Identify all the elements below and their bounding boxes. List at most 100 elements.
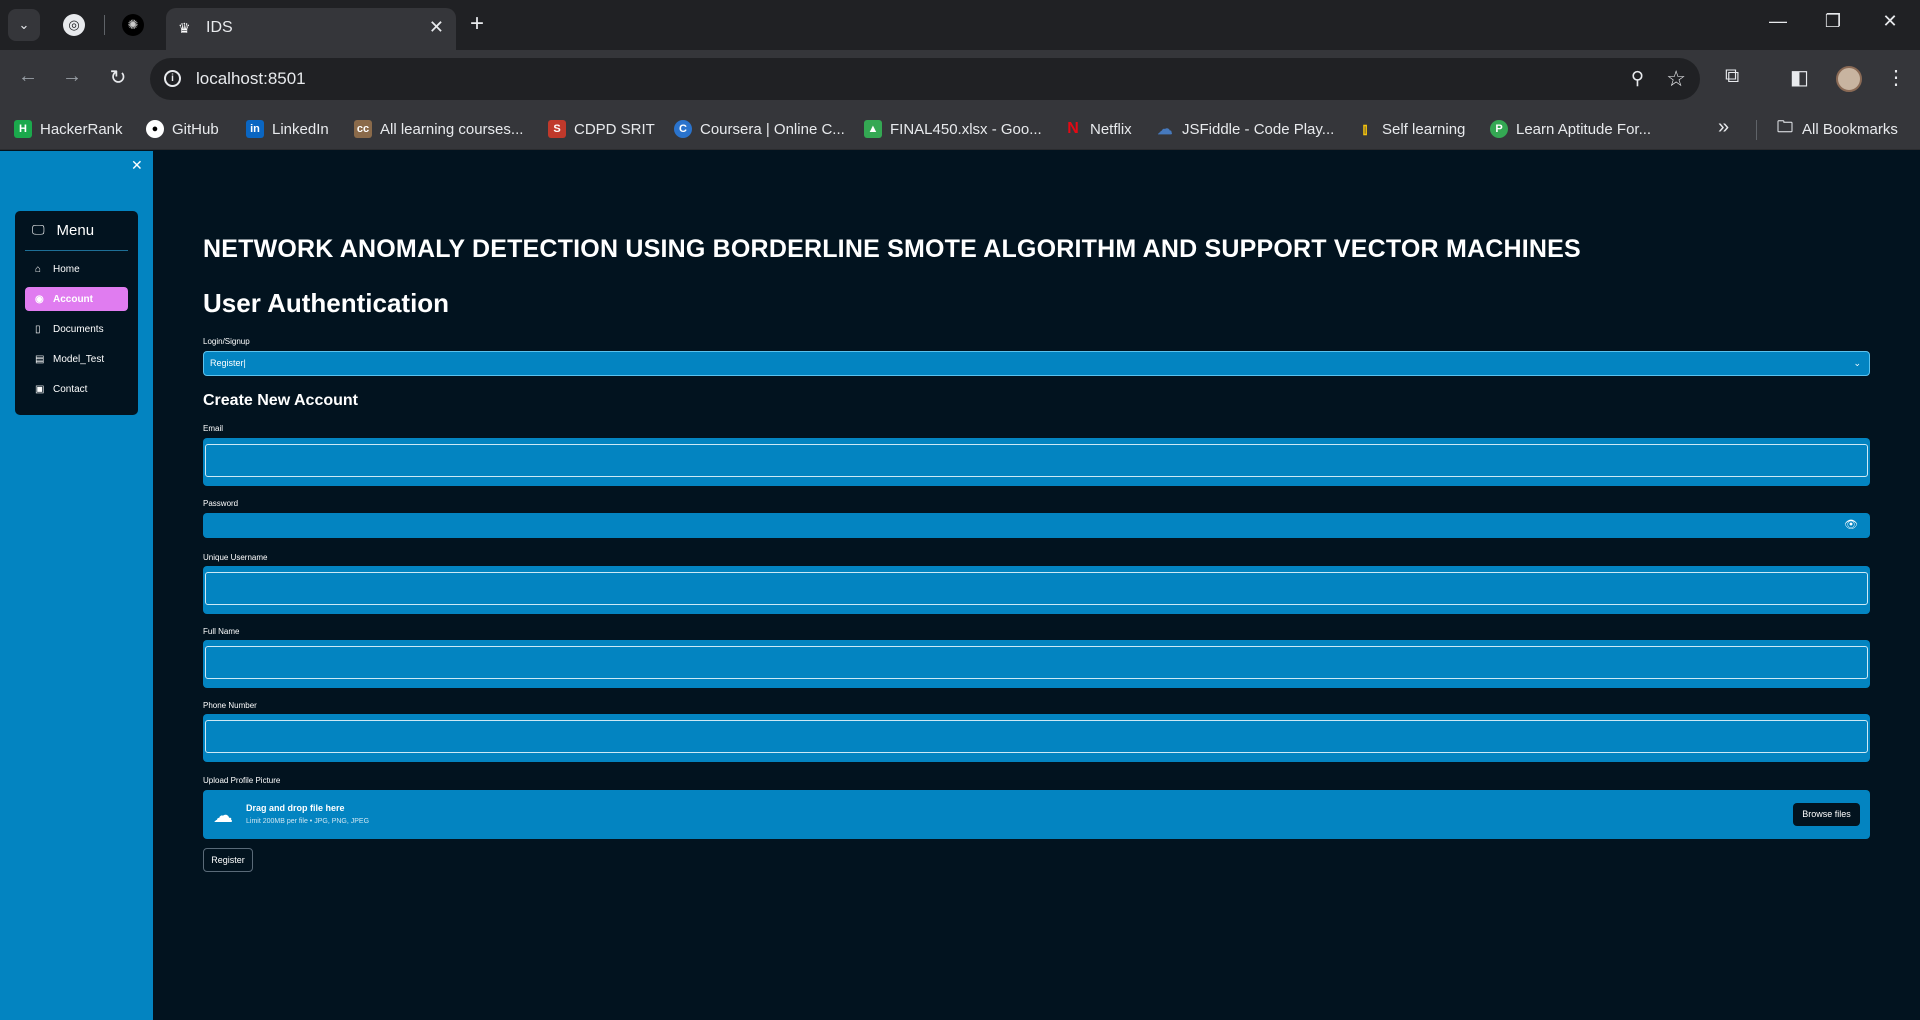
fullname-input[interactable] bbox=[205, 646, 1868, 679]
extensions-icon[interactable]: ⧉ bbox=[1725, 65, 1739, 88]
sidebar-item-contact[interactable]: ▣ Contact bbox=[25, 377, 128, 401]
main-content: NETWORK ANOMALY DETECTION USING BORDERLI… bbox=[153, 151, 1920, 1020]
password-label: Password bbox=[203, 499, 239, 508]
fullname-field[interactable] bbox=[203, 640, 1870, 688]
bookmark-item[interactable]: ▲ FINAL450.xlsx - Goo... bbox=[864, 118, 1042, 140]
restore-icon[interactable]: ❐ bbox=[1818, 11, 1848, 32]
pinned-tab-icon[interactable]: ✺ bbox=[122, 14, 144, 36]
sidebar-item-label: Account bbox=[53, 293, 93, 305]
chatgpt-tab-icon[interactable]: ◎ bbox=[63, 14, 85, 36]
bookmark-label: JSFiddle - Code Play... bbox=[1182, 120, 1335, 138]
email-label: Email bbox=[203, 424, 224, 433]
cc-icon: cc bbox=[354, 120, 372, 138]
jsfiddle-icon: ☁ bbox=[1157, 121, 1173, 138]
bookmark-label: Learn Aptitude For... bbox=[1516, 120, 1652, 138]
bookmark-label: Self learning bbox=[1382, 120, 1466, 138]
bookmark-item[interactable]: ⫾ Self learning bbox=[1356, 118, 1466, 140]
all-bookmarks-button[interactable]: 🗀 All Bookmarks bbox=[1776, 118, 1898, 140]
tab-search-button[interactable]: ⌄ bbox=[8, 9, 40, 41]
bookmark-item[interactable]: C Coursera | Online C... bbox=[674, 118, 845, 140]
file-dropzone[interactable]: ☁ Drag and drop file here Limit 200MB pe… bbox=[203, 790, 1870, 839]
sidebar-item-home[interactable]: ⌂ Home bbox=[25, 257, 128, 281]
bookmark-item[interactable]: S CDPD SRIT bbox=[548, 118, 655, 140]
sidebar-item-label: Contact bbox=[53, 383, 88, 395]
address-bar[interactable]: i localhost:8501 ⚲ ☆ bbox=[150, 58, 1700, 100]
srit-icon: S bbox=[548, 120, 566, 138]
profile-avatar[interactable] bbox=[1836, 66, 1862, 92]
upload-label: Upload Profile Picture bbox=[203, 776, 281, 785]
menu-title: Menu bbox=[56, 221, 95, 239]
sidebar-item-model-test[interactable]: ▤ Model_Test bbox=[25, 347, 128, 371]
new-tab-button[interactable]: + bbox=[470, 11, 484, 37]
side-panel-icon[interactable]: ◧ bbox=[1790, 65, 1809, 90]
password-field[interactable]: 👁 bbox=[203, 513, 1870, 538]
close-sidebar-icon[interactable]: ✕ bbox=[131, 157, 143, 174]
forward-icon[interactable]: → bbox=[58, 65, 86, 88]
document-icon: ▯ bbox=[35, 323, 41, 335]
bookmark-label: FINAL450.xlsx - Goo... bbox=[890, 120, 1042, 138]
minimize-icon[interactable]: — bbox=[1763, 11, 1793, 32]
username-input[interactable] bbox=[205, 572, 1868, 605]
login-signup-select[interactable]: Register| ⌄ bbox=[203, 351, 1870, 376]
cloud-upload-icon: ☁ bbox=[213, 805, 233, 827]
github-icon: ● bbox=[146, 120, 164, 138]
reload-icon[interactable]: ↻ bbox=[104, 65, 132, 90]
sidebar-item-account[interactable]: ◉ Account bbox=[25, 287, 128, 311]
username-field[interactable] bbox=[203, 566, 1870, 614]
coursera-icon: C bbox=[674, 120, 692, 138]
netflix-icon: N bbox=[1067, 120, 1079, 137]
sidebar: ✕ 🖵 Menu ⌂ Home ◉ Account ▯ Documents ▤ Mode… bbox=[0, 151, 153, 1020]
url-text[interactable]: localhost:8501 bbox=[196, 69, 306, 89]
bookmark-item[interactable]: P Learn Aptitude For... bbox=[1490, 118, 1651, 140]
more-bookmarks-icon[interactable]: » bbox=[1718, 116, 1729, 139]
sidebar-item-documents[interactable]: ▯ Documents bbox=[25, 317, 128, 341]
active-tab[interactable]: ♛ IDS ✕ bbox=[166, 8, 456, 50]
bookmark-star-icon[interactable]: ☆ bbox=[1666, 66, 1686, 92]
bookmark-item[interactable]: in LinkedIn bbox=[246, 118, 329, 140]
fullname-label: Full Name bbox=[203, 627, 240, 636]
model-icon: ▤ bbox=[35, 353, 45, 365]
email-field[interactable] bbox=[203, 438, 1870, 486]
close-window-icon[interactable]: ✕ bbox=[1875, 11, 1905, 32]
sidebar-item-label: Model_Test bbox=[53, 353, 105, 365]
eye-icon[interactable]: 👁 bbox=[1844, 518, 1858, 531]
bookmark-label: All learning courses... bbox=[380, 120, 524, 138]
sidebar-item-label: Documents bbox=[53, 323, 104, 335]
monitor-icon: 🖵 bbox=[32, 222, 45, 237]
bookmark-label: GitHub bbox=[172, 120, 219, 138]
phone-label: Phone Number bbox=[203, 701, 257, 710]
bookmark-item[interactable]: N Netflix bbox=[1064, 118, 1132, 140]
streamlit-crown-icon: ♛ bbox=[178, 20, 191, 36]
zoom-icon[interactable]: ⚲ bbox=[1631, 68, 1644, 89]
section-heading: User Authentication bbox=[203, 288, 450, 318]
tab-title: IDS bbox=[206, 19, 233, 36]
tab-separator bbox=[104, 15, 105, 35]
bookmark-item[interactable]: H HackerRank bbox=[14, 118, 123, 140]
register-button[interactable]: Register bbox=[203, 848, 253, 872]
page-title: NETWORK ANOMALY DETECTION USING BORDERLI… bbox=[203, 235, 1581, 263]
phone-field[interactable] bbox=[203, 714, 1870, 762]
create-account-heading: Create New Account bbox=[203, 392, 358, 409]
chevron-down-icon[interactable]: ⌄ bbox=[1853, 352, 1861, 375]
bookmark-separator bbox=[1756, 120, 1757, 140]
site-info-icon[interactable]: i bbox=[164, 70, 181, 87]
select-label: Login/Signup bbox=[203, 337, 250, 346]
menu-divider bbox=[25, 250, 128, 251]
bookmark-label: LinkedIn bbox=[272, 120, 329, 138]
bookmark-bars-icon: ⫾ bbox=[1362, 120, 1368, 138]
browse-files-button[interactable]: Browse files bbox=[1793, 803, 1860, 826]
bookmark-item[interactable]: ☁ JSFiddle - Code Play... bbox=[1156, 118, 1335, 140]
bookmark-item[interactable]: cc All learning courses... bbox=[354, 118, 523, 140]
bookmark-item[interactable]: ● GitHub bbox=[146, 118, 219, 140]
menu-card: 🖵 Menu ⌂ Home ◉ Account ▯ Documents ▤ Model_… bbox=[15, 211, 138, 415]
more-options-icon[interactable]: ⋮ bbox=[1886, 65, 1906, 90]
back-icon[interactable]: ← bbox=[14, 65, 42, 88]
close-tab-icon[interactable]: ✕ bbox=[429, 17, 444, 38]
bookmark-label: HackerRank bbox=[40, 120, 123, 138]
email-input[interactable] bbox=[205, 444, 1868, 477]
bookmark-label: CDPD SRIT bbox=[574, 120, 655, 138]
phone-input[interactable] bbox=[205, 720, 1868, 753]
menu-header: 🖵 Menu bbox=[15, 211, 138, 249]
bookmark-label: Netflix bbox=[1090, 120, 1132, 138]
account-icon: ◉ bbox=[35, 293, 44, 305]
